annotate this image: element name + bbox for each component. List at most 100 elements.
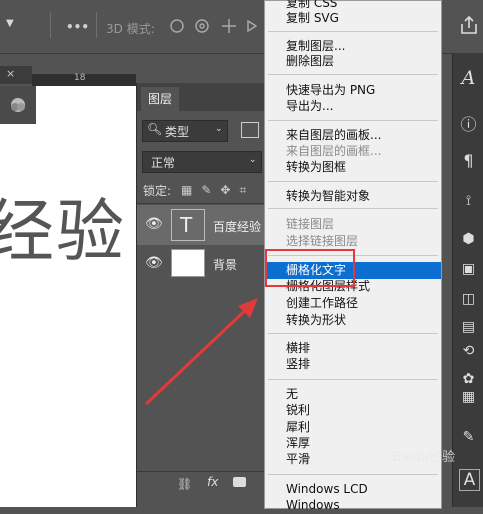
- menu-separator: [268, 333, 438, 334]
- menu-item[interactable]: 犀利: [265, 419, 441, 436]
- menu-separator: [268, 31, 438, 32]
- channels-icon[interactable]: ◫: [453, 291, 483, 307]
- menu-item-label: 锐利: [286, 403, 311, 417]
- menu-item-label: 转换为智能对象: [286, 189, 371, 203]
- menu-item-label: 无: [286, 387, 299, 401]
- menu-separator: [268, 181, 438, 182]
- menu-item-label: 转换为图框: [286, 160, 347, 174]
- fx-button[interactable]: fx: [207, 475, 218, 489]
- 3d-mode-tools[interactable]: [168, 17, 268, 35]
- paths-icon[interactable]: ⟲: [453, 343, 483, 359]
- info-icon[interactable]: ⓘ: [453, 111, 483, 135]
- menu-item-label: Windows LCD: [286, 482, 368, 496]
- layer-row-background[interactable]: 👁︎ 背景: [137, 245, 265, 285]
- search-icon: 🔍︎: [147, 122, 163, 136]
- upload-icon[interactable]: [458, 14, 480, 36]
- menu-item[interactable]: 来自图层的画板...: [265, 127, 441, 144]
- menu-item[interactable]: Windows: [265, 497, 441, 514]
- menu-item-label: 平滑: [286, 452, 311, 466]
- mask-icon[interactable]: [233, 477, 246, 487]
- menu-separator: [268, 474, 438, 475]
- menu-item-label: 来自图层的画框...: [286, 144, 382, 158]
- menu-item[interactable]: 转换为智能对象: [265, 188, 441, 205]
- menu-item[interactable]: 创建工作路径: [265, 295, 441, 312]
- menu-item[interactable]: 复制 SVG: [265, 10, 441, 27]
- close-icon[interactable]: ×: [6, 67, 15, 80]
- filter-value: 类型: [165, 125, 190, 139]
- chevron-down-icon: ⌄: [249, 155, 257, 165]
- right-panel-toolbar: A ⓘ ¶ ⟟ ⬢ ▣ ◫ ▤ ⟲ ✿ ▦ ✎ A: [452, 53, 483, 507]
- blend-mode-select[interactable]: 正常 ⌄: [142, 151, 262, 173]
- type-icon[interactable]: A: [453, 67, 483, 89]
- menu-item-label: 创建工作路径: [286, 296, 359, 310]
- menu-item[interactable]: 转换为形状: [265, 312, 441, 329]
- layer-name: 背景: [213, 258, 238, 272]
- menu-item-label: 复制 SVG: [286, 11, 339, 25]
- menu-separator: [268, 379, 438, 380]
- menu-item-label: 删除图层: [286, 54, 335, 68]
- eye-icon[interactable]: 👁︎: [145, 216, 163, 232]
- menu-item-label: 快速导出为 PNG: [286, 83, 376, 97]
- annotation-arrow: [144, 298, 258, 406]
- grid-icon[interactable]: ▦: [453, 389, 483, 405]
- canvas[interactable]: [0, 86, 136, 507]
- link-layers-icon[interactable]: ⛓: [177, 477, 192, 491]
- canvas-text: 经验: [0, 193, 127, 272]
- menu-item[interactable]: 竖排: [265, 356, 441, 373]
- blend-mode-value: 正常: [151, 156, 176, 170]
- menu-item-label: 竖排: [286, 357, 311, 371]
- swatches-icon[interactable]: ✿: [453, 371, 483, 387]
- color-wheel-icon[interactable]: [0, 86, 36, 124]
- menu-separator: [268, 74, 438, 75]
- menu-separator: [268, 208, 438, 209]
- menu-item-label: 选择链接图层: [286, 234, 359, 248]
- menu-item[interactable]: 转换为图框: [265, 159, 441, 176]
- tab-layers[interactable]: 图层: [141, 87, 179, 111]
- menu-item[interactable]: 删除图层: [265, 53, 441, 70]
- layers-icon[interactable]: ▣: [453, 261, 483, 277]
- lock-icons[interactable]: ▦✎✥⌗: [181, 183, 255, 198]
- divider: [50, 12, 51, 38]
- menu-item[interactable]: 快速导出为 PNG: [265, 82, 441, 99]
- menu-item: 链接图层: [265, 216, 441, 233]
- text-layer-thumbnail: T: [171, 209, 205, 241]
- dropdown-arrow-icon[interactable]: ▼: [6, 18, 14, 29]
- lock-label: 锁定:: [143, 184, 172, 198]
- menu-item-label: 横排: [286, 341, 311, 355]
- menu-item[interactable]: 锐利: [265, 402, 441, 419]
- menu-item-label: 转换为形状: [286, 313, 347, 327]
- layers-panel-header: 图层: [137, 83, 265, 111]
- image-filter-icon[interactable]: [241, 122, 259, 138]
- eye-icon[interactable]: 👁︎: [145, 255, 163, 271]
- menu-item-label: 链接图层: [286, 217, 335, 231]
- menu-item-label: Windows: [286, 498, 340, 512]
- menu-item: 选择链接图层: [265, 233, 441, 250]
- 3d-icon[interactable]: ⬢: [453, 231, 483, 247]
- menu-item[interactable]: 无: [265, 386, 441, 403]
- path-icon[interactable]: ⟟: [453, 193, 483, 209]
- document-tab[interactable]: ×: [0, 66, 32, 84]
- menu-item[interactable]: 导出为...: [265, 98, 441, 115]
- paragraph-icon[interactable]: ¶: [453, 151, 483, 170]
- menu-item-label: 犀利: [286, 420, 311, 434]
- divider: [96, 12, 97, 38]
- menu-item-label: 导出为...: [286, 99, 334, 113]
- menu-separator: [268, 120, 438, 121]
- properties-icon[interactable]: ▤: [453, 319, 483, 335]
- menu-item-label: 浑厚: [286, 436, 311, 450]
- menu-item[interactable]: 横排: [265, 340, 441, 357]
- character-icon[interactable]: A: [459, 469, 480, 491]
- layer-name: 百度经验: [213, 220, 262, 234]
- menu-item[interactable]: Windows LCD: [265, 481, 441, 498]
- layer-row-text[interactable]: 👁︎ T 百度经验: [137, 205, 265, 245]
- chevron-down-icon: ⌄: [215, 124, 223, 134]
- more-options-button[interactable]: •••: [66, 20, 89, 34]
- menu-item-label: 来自图层的画板...: [286, 128, 382, 142]
- layer-filter-select[interactable]: 🔍︎ 类型 ⌄: [142, 120, 228, 142]
- color-panel-stub: [0, 86, 36, 124]
- 3d-mode-label: 3D 模式:: [106, 22, 155, 36]
- menu-item: 来自图层的画框...: [265, 143, 441, 160]
- watermark: Baidu经验: [392, 450, 455, 465]
- annotation-highlight-box: [265, 249, 355, 287]
- edit-icon[interactable]: ✎: [453, 429, 483, 445]
